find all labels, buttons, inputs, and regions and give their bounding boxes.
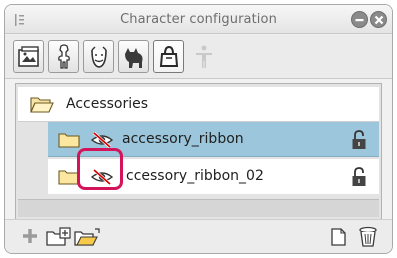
title-bar[interactable]: Character configuration xyxy=(5,5,392,34)
highlight-callout xyxy=(77,148,123,190)
lock-icon[interactable] xyxy=(351,167,367,187)
accessory-bag-icon xyxy=(159,45,179,67)
folder-open-icon xyxy=(30,97,54,113)
new-folder-icon[interactable] xyxy=(45,227,71,247)
pose-button[interactable] xyxy=(188,40,219,73)
parts-tree: Accessories accessory_ribbon ccessory_ri… xyxy=(15,83,382,220)
frame-template-icon xyxy=(18,46,39,67)
accessories-button[interactable] xyxy=(153,40,184,73)
bottom-toolbar xyxy=(5,219,392,253)
body-button[interactable] xyxy=(48,40,79,73)
close-icon xyxy=(374,15,384,25)
body-figure-icon xyxy=(58,44,70,69)
category-toolbar xyxy=(5,35,392,79)
item-label: accessory_ribbon xyxy=(122,131,244,147)
panel-title: Character configuration xyxy=(120,12,277,27)
lock-icon[interactable] xyxy=(351,130,367,150)
minimize-icon xyxy=(355,19,364,22)
animal-button[interactable] xyxy=(118,40,149,73)
character-configuration-panel: Character configuration Accessories acce… xyxy=(4,4,393,254)
pose-figure-icon xyxy=(196,45,212,68)
template-button[interactable] xyxy=(13,40,44,73)
item-label: ccessory_ribbon_02 xyxy=(126,168,264,184)
close-button[interactable] xyxy=(370,11,387,28)
horizontal-scrollbar[interactable] xyxy=(18,199,379,217)
folder-icon xyxy=(58,133,80,148)
visibility-hidden-icon[interactable] xyxy=(90,131,114,149)
face-button[interactable] xyxy=(83,40,114,73)
folder-label: Accessories xyxy=(66,96,149,112)
face-icon xyxy=(91,46,107,68)
minimize-button[interactable] xyxy=(351,11,368,28)
add-icon[interactable] xyxy=(21,227,39,245)
tree-folder-row[interactable]: Accessories xyxy=(18,87,379,122)
open-folder-icon[interactable] xyxy=(73,227,101,247)
animal-icon xyxy=(125,48,143,68)
duplicate-icon[interactable] xyxy=(330,228,348,246)
trash-icon[interactable] xyxy=(358,226,378,248)
